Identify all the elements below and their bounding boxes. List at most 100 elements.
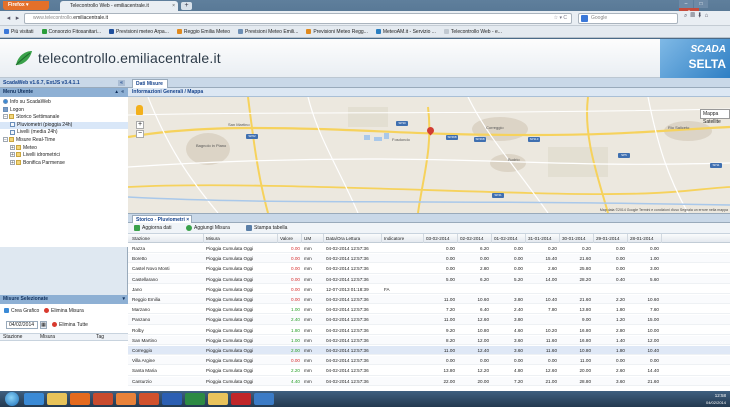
search-bar[interactable]: Google xyxy=(578,13,678,24)
table-cell: Jano xyxy=(132,286,142,292)
table-row[interactable]: Boretto Pioggia Cumulata Oggi 0.00 mm 04-02-… xyxy=(128,254,730,264)
calendar-icon[interactable]: ▦ xyxy=(40,321,47,329)
expander-icon[interactable]: + xyxy=(10,159,15,165)
tree-item[interactable]: + Bonifica Parmense xyxy=(0,160,128,167)
table-row[interactable]: Villa Argine Pioggia Cumulata Oggi 0.00 mm 0… xyxy=(128,356,730,366)
bookmark-item[interactable]: Reggio Emilia Meteo xyxy=(176,26,230,37)
browser-tab[interactable]: Telecontrollo Web - emiliacentrale.it × xyxy=(60,1,178,11)
minimize-icon[interactable]: – xyxy=(679,0,693,8)
bookmark-item[interactable]: Più visitati xyxy=(4,26,34,37)
grid-col-header[interactable]: Indicatore xyxy=(382,234,424,243)
ie-icon[interactable] xyxy=(24,393,44,405)
stampa-tabella-button[interactable]: Stampa tabella xyxy=(246,223,287,234)
folder-icon[interactable] xyxy=(208,393,228,405)
table-cell: 0.00 xyxy=(650,246,659,251)
office-icon[interactable] xyxy=(93,393,113,405)
table-row[interactable]: Canturzio Pioggia Cumulata Oggi 4.40 mm 04-0… xyxy=(128,376,730,386)
acrobat-icon[interactable] xyxy=(231,393,251,405)
aggiungi-misura-button[interactable]: Aggiungi Misura xyxy=(186,223,230,234)
firefox-icon[interactable] xyxy=(116,393,136,405)
grid-col-header[interactable]: 29-01-2014 xyxy=(594,234,628,243)
elimina-tutte-button[interactable]: Elimina Tutte xyxy=(52,322,88,329)
table-cell: Marzano xyxy=(132,307,150,313)
table-row[interactable]: Panzano Pioggia Cumulata Oggi 2.40 mm 04-02-… xyxy=(128,315,730,325)
tree-item[interactable]: Info su ScadaWeb xyxy=(0,99,128,106)
bookmark-item[interactable]: Telecontrollo Web - e... xyxy=(443,26,502,37)
grid-col-header[interactable]: 28-01-2014 xyxy=(628,234,662,243)
bookmark-item[interactable]: Previsioni Meteo Regg... xyxy=(306,26,368,37)
grid-col-header[interactable]: Stazione xyxy=(130,234,204,243)
powerpoint-icon[interactable] xyxy=(139,393,159,405)
word-icon[interactable] xyxy=(162,393,182,405)
expander-icon[interactable]: − xyxy=(3,114,8,120)
grid-col-header[interactable]: 01-02-2014 xyxy=(492,234,526,243)
date-input[interactable]: 04/02/2014 xyxy=(6,321,38,329)
elimina-misura-button[interactable]: Elimina Misura xyxy=(44,308,84,315)
collapse-icon[interactable]: « xyxy=(118,80,125,86)
bookmark-item[interactable]: Consorzio Fitosanitari... xyxy=(41,26,101,37)
zoom-in-button[interactable]: + xyxy=(136,121,144,129)
grid-col-header[interactable]: 30-01-2014 xyxy=(560,234,594,243)
panel-collapse-icon[interactable]: ▾ xyxy=(122,295,125,304)
tab-dati-misure[interactable]: Dati Misure × xyxy=(132,79,168,95)
grid-col-header[interactable]: Data/Ora Lettura xyxy=(324,234,382,243)
tab-close-icon[interactable]: × xyxy=(172,1,175,11)
new-tab-button[interactable]: + xyxy=(181,2,192,10)
table-row[interactable]: Reggio Emilia Pioggia Cumulata Oggi 0.00 mm… xyxy=(128,295,730,305)
back-icon[interactable]: ◂ xyxy=(4,14,13,23)
grid-col-header[interactable]: 03-02-2014 xyxy=(424,234,458,243)
start-button-icon[interactable] xyxy=(5,392,19,406)
reload-icon[interactable]: ☆ ▾ C xyxy=(554,14,567,23)
tree-item[interactable]: + Meteo xyxy=(0,145,128,152)
table-row[interactable]: Correggio Pioggia Cumulata Oggi 2.00 mm 04-0… xyxy=(128,346,730,356)
expander-icon[interactable]: + xyxy=(10,152,15,158)
street-view-icon[interactable] xyxy=(136,105,143,115)
table-row[interactable]: Marzano Pioggia Cumulata Oggi 1.00 mm 04-02-… xyxy=(128,305,730,315)
tree-item[interactable]: − Misure Real-Time xyxy=(0,137,128,144)
tree-item[interactable]: Pluviometri (pioggia 24h) xyxy=(0,121,128,129)
grid-col-header[interactable]: 31-01-2014 xyxy=(526,234,560,243)
table-row[interactable]: Castellarano Pioggia Cumulata Oggi 0.00 mm 0… xyxy=(128,274,730,284)
tree-item[interactable]: − Storico Settimanale xyxy=(0,114,128,121)
expander-icon[interactable]: + xyxy=(10,144,15,150)
map-view[interactable]: + − SP62 SP30 SP468 SP468 SP41 SP113 SP5… xyxy=(128,97,730,213)
bookmark-icon xyxy=(375,29,381,35)
tree-item[interactable]: Livelli (media 24h) xyxy=(0,129,128,136)
bookmark-item[interactable]: Previsioni meteo Arpa... xyxy=(109,26,169,37)
table-row[interactable]: Rolby Pioggia Cumulata Oggi 1.80 mm 04-02-20… xyxy=(128,326,730,335)
table-row[interactable]: Santa Maria Pioggia Cumulata Oggi 2.20 mm 04… xyxy=(128,366,730,376)
grid-col-header[interactable]: Misura xyxy=(204,234,278,243)
grid-col-header[interactable]: 02-02-2014 xyxy=(458,234,492,243)
map-type-mappa[interactable]: Mappa xyxy=(701,110,720,118)
expander-icon[interactable]: − xyxy=(3,137,8,143)
media-icon[interactable] xyxy=(70,393,90,405)
bookmark-item[interactable]: MeteoAM.it - Servizio ... xyxy=(375,26,436,37)
explorer-icon[interactable] xyxy=(47,393,67,405)
misure-col-misura[interactable]: Misura xyxy=(40,334,55,341)
table-row[interactable]: Razza Pioggia Cumulata Oggi 0.00 mm 04-02-20… xyxy=(128,244,730,254)
misure-col-stazione[interactable]: Stazione xyxy=(3,334,22,341)
grid-col-header[interactable]: Valore xyxy=(278,234,302,243)
forward-icon[interactable]: ▸ xyxy=(13,14,22,23)
address-bar[interactable]: www.telecontrollo.emiliacentrale.it ☆ ▾ … xyxy=(24,13,572,24)
table-row[interactable]: Jano Pioggia Cumulata Oggi 0.00 mm 12-07-201… xyxy=(128,285,730,294)
panel-tools-icon[interactable]: ▴ « xyxy=(115,88,125,97)
grid-col-header[interactable]: UM xyxy=(302,234,324,243)
map-type-satellite[interactable]: Satellite xyxy=(701,118,723,126)
bookmark-item[interactable]: Previsioni Meteo Emili... xyxy=(238,26,298,37)
misure-col-tag[interactable]: Tag xyxy=(96,334,104,341)
zoom-out-button[interactable]: − xyxy=(136,130,144,138)
app-icon[interactable] xyxy=(254,393,274,405)
excel-icon[interactable] xyxy=(185,393,205,405)
maximize-icon[interactable]: □ xyxy=(694,0,708,8)
toolbar-icons[interactable]: ⌕▤⬇⌂ xyxy=(684,13,711,20)
aggiorna-dati-button[interactable]: Aggiorna dati xyxy=(134,223,171,234)
firefox-menu-button[interactable]: Firefox ▾ xyxy=(3,1,49,10)
table-row[interactable]: Castel Novo Monti Pioggia Cumulata Oggi 0.… xyxy=(128,264,730,274)
table-cell: Reggio Emilia xyxy=(132,297,161,302)
map-type-control[interactable]: MappaSatellite xyxy=(700,109,730,125)
crea-grafico-button[interactable]: Crea Grafico xyxy=(4,308,39,315)
tree-item[interactable]: + Livelli idrometrici xyxy=(0,152,128,159)
tree-item[interactable]: Logon xyxy=(0,107,128,114)
table-row[interactable]: San Martino Pioggia Cumulata Oggi 1.00 mm 04… xyxy=(128,335,730,345)
